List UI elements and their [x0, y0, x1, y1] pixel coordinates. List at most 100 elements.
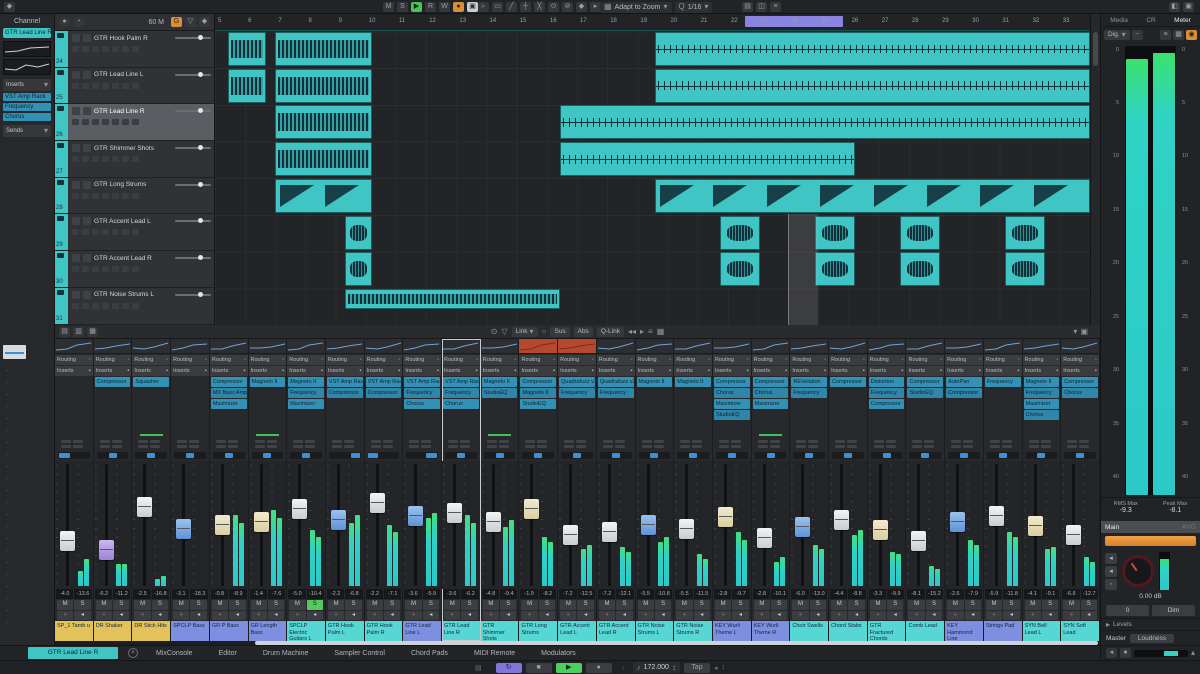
mute-button[interactable]: M [947, 600, 963, 610]
monitor-button[interactable]: ◂ [307, 611, 323, 621]
meter-mode-icon[interactable]: ▦ [1173, 30, 1184, 40]
fader-section[interactable] [365, 461, 403, 589]
insert-slot[interactable]: Magneto II [520, 388, 556, 398]
track-mini-button[interactable] [72, 193, 79, 199]
solo-button[interactable]: S [965, 600, 981, 610]
fader-cap[interactable] [176, 519, 191, 539]
inspector-eq-curve[interactable] [3, 59, 51, 75]
track-volume-slider[interactable] [175, 74, 211, 76]
mini-button[interactable] [460, 445, 470, 448]
channel-name-label[interactable]: KEY Hammond Line [945, 621, 983, 641]
monitor-button[interactable]: ◂ [268, 611, 284, 621]
record-arm-button[interactable]: ● [908, 611, 924, 621]
audio-clip[interactable] [275, 179, 372, 213]
channel-eq-curve[interactable] [442, 339, 480, 354]
pan-control[interactable] [713, 450, 751, 461]
insert-slot[interactable]: Frequency [598, 388, 634, 398]
mini-button[interactable] [576, 445, 586, 448]
suspend-button[interactable]: Sus [550, 327, 569, 337]
timeline-ruler[interactable]: 5678910111213141516171819202122232425262… [215, 14, 1090, 31]
mute-button[interactable]: M [676, 600, 692, 610]
insert-slot[interactable]: Compressor [211, 377, 247, 387]
quantize-dropdown[interactable]: Q 1/16 ▾ [675, 2, 713, 13]
mute-button[interactable]: M [405, 600, 421, 610]
audio-clip[interactable] [1005, 252, 1045, 286]
inserts-rack-header[interactable]: Inserts▪ [597, 366, 635, 376]
pan-control[interactable] [132, 450, 170, 461]
arrangement-vertical-scrollbar[interactable] [1090, 14, 1100, 325]
mute-button[interactable]: M [1063, 600, 1079, 610]
inserts-rack-header[interactable]: Inserts▪ [442, 366, 480, 376]
fader-section[interactable] [287, 461, 325, 589]
mini-button[interactable] [255, 440, 265, 443]
fader-cap[interactable] [331, 510, 346, 530]
mini-button[interactable] [525, 445, 535, 448]
track-row[interactable]: 24GTR Hook Palm R [55, 31, 214, 68]
filter-icon[interactable]: ▽ [501, 327, 507, 337]
stepper-icon[interactable]: ↕ [672, 663, 676, 673]
pan-thumb[interactable] [302, 453, 310, 458]
insert-slot[interactable]: VST Amp Rack [443, 377, 479, 387]
track-mini-button[interactable] [82, 46, 89, 52]
lower-zone-tab[interactable]: MIDI Remote [474, 650, 515, 657]
fader-section[interactable] [868, 461, 906, 589]
zoom-tool-icon[interactable]: ⊙ [548, 2, 559, 12]
mixer-channel[interactable]: Routing◦Inserts▪Magneto IIStudioEQ-4.8-9… [481, 339, 520, 641]
mini-button[interactable] [525, 440, 535, 443]
track-mini-button[interactable] [122, 193, 129, 199]
insert-slot[interactable]: Compressor [869, 399, 905, 409]
audio-clip[interactable] [560, 105, 1090, 139]
insert-slot[interactable]: REVelation [791, 377, 827, 387]
routing-rack-header[interactable]: Routing◦ [326, 355, 364, 365]
channel-eq-curve[interactable] [713, 339, 751, 354]
track-mini-button[interactable] [132, 156, 139, 162]
insert-slot[interactable]: VST Amp Rack [366, 377, 402, 387]
track-mini-button[interactable] [72, 266, 79, 272]
track-mini-button[interactable] [102, 119, 109, 125]
mini-button[interactable] [293, 445, 303, 448]
mute-button[interactable]: M [96, 600, 112, 610]
inserts-rack-header[interactable]: Inserts▪ [326, 366, 364, 376]
meter-ab-icon[interactable]: ◉ [1186, 30, 1197, 40]
mini-button[interactable] [603, 445, 613, 448]
pan-control[interactable] [481, 450, 519, 461]
tab-media[interactable]: Media [1110, 17, 1128, 24]
solo-button[interactable]: S [1042, 600, 1058, 610]
mini-button[interactable] [228, 440, 238, 443]
track-mini-button[interactable] [92, 119, 99, 125]
volume-slider-handle[interactable] [198, 292, 203, 297]
inserts-rack-header[interactable]: Inserts▪ [403, 366, 441, 376]
pan-control[interactable] [171, 450, 209, 461]
inserts-rack-header[interactable]: Inserts▪ [132, 366, 170, 376]
mini-button[interactable] [1079, 440, 1089, 443]
inserts-rack-header[interactable]: Inserts▪ [752, 366, 790, 376]
glue-tool-icon[interactable]: ┼ [520, 2, 531, 12]
fader-section[interactable] [519, 461, 557, 589]
track-mute-button[interactable] [72, 217, 80, 225]
track-mini-button[interactable] [132, 229, 139, 235]
monitor-button[interactable]: ◂ [616, 611, 632, 621]
track-mini-button[interactable] [72, 119, 79, 125]
insert-slot[interactable]: Frequency [3, 103, 51, 111]
mini-button[interactable] [731, 440, 741, 443]
pan-thumb[interactable] [186, 453, 194, 458]
mixer-channel[interactable]: Routing◦Inserts▪VST Amp RackFrequencyCho… [403, 339, 442, 641]
track-solo-button[interactable] [83, 107, 91, 115]
insert-slot[interactable]: Distortion [869, 377, 905, 387]
tempo-display[interactable]: ♪ 172.000 ↕ [633, 662, 680, 673]
mute-button[interactable]: M [212, 600, 228, 610]
inserts-rack-header[interactable]: Inserts▪ [94, 366, 132, 376]
fader-cap[interactable] [408, 506, 423, 526]
pan-thumb[interactable] [147, 453, 155, 458]
channel-eq-curve[interactable] [287, 339, 325, 354]
channel-name-label[interactable]: Comb Lead [906, 621, 944, 641]
solo-all-button[interactable]: S [397, 2, 408, 12]
record-icon[interactable]: ● [1120, 648, 1131, 658]
mute-all-button[interactable]: M [383, 2, 394, 12]
mini-button[interactable] [112, 445, 122, 448]
main-level-bar[interactable] [1105, 536, 1196, 546]
meter-scale-dropdown[interactable]: Dig. ▾ [1104, 30, 1130, 40]
absolute-button[interactable]: Abs [574, 327, 593, 337]
insert-slot[interactable]: Frequency [869, 388, 905, 398]
track-solo-button[interactable] [83, 181, 91, 189]
